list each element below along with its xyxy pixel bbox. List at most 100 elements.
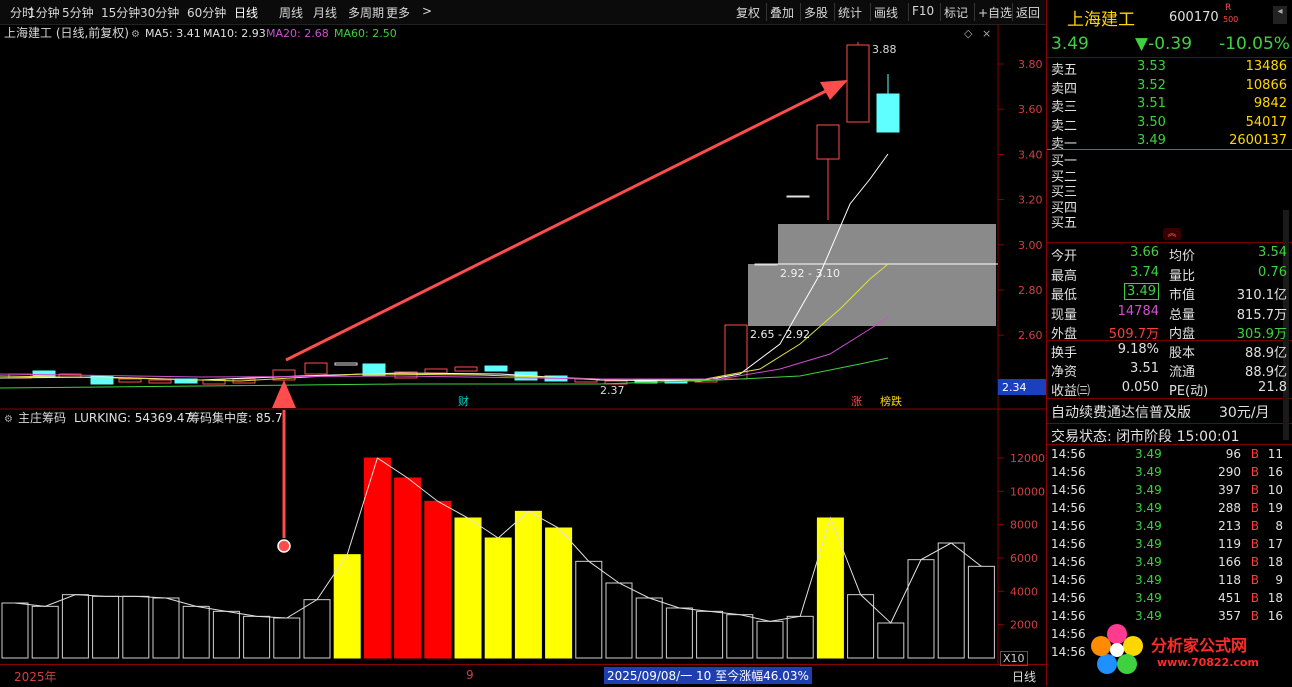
period-tab-7[interactable]: 周线 bbox=[279, 4, 303, 21]
tick-row[interactable]: 14:56 3.49 119 B 17 bbox=[1051, 536, 1285, 554]
indicator-bar[interactable] bbox=[816, 517, 844, 659]
period-tab-10[interactable]: 更多 bbox=[386, 4, 410, 21]
indicator-bar[interactable] bbox=[907, 559, 935, 659]
period-tab-2[interactable]: 5分钟 bbox=[62, 4, 94, 21]
candle[interactable] bbox=[424, 368, 448, 374]
indicator-bar[interactable] bbox=[1, 602, 29, 659]
indicator-close-icon[interactable]: ⚙ bbox=[4, 414, 13, 425]
indicator-bar[interactable] bbox=[92, 595, 120, 659]
scale-button[interactable]: X10 bbox=[1000, 651, 1028, 666]
stat-row[interactable]: 今开 3.66 均价 3.54 bbox=[1051, 245, 1289, 264]
tick-row[interactable]: 14:56 3.49 118 B 9 bbox=[1051, 572, 1285, 590]
indicator-bar[interactable] bbox=[514, 510, 542, 659]
indicator-bar[interactable] bbox=[726, 614, 754, 659]
stat-row[interactable]: 最高 3.74 量比 0.76 bbox=[1051, 265, 1289, 284]
tick-row[interactable]: 14:56 bbox=[1051, 626, 1285, 644]
candle[interactable] bbox=[118, 378, 142, 383]
period-tab-9[interactable]: 多周期 bbox=[348, 4, 384, 21]
toolbar-button-0[interactable]: 复权 bbox=[736, 4, 760, 21]
indicator-bar[interactable] bbox=[333, 554, 361, 659]
indicator-bar[interactable] bbox=[122, 595, 150, 659]
tick-row[interactable]: 14:56 3.49 451 B 18 bbox=[1051, 590, 1285, 608]
indicator-bar[interactable] bbox=[786, 615, 814, 659]
stat-row[interactable]: 换手 9.18% 股本 88.9亿 bbox=[1051, 342, 1289, 361]
candle[interactable] bbox=[484, 365, 508, 372]
indicator-bar[interactable] bbox=[31, 605, 59, 659]
period-tab-5[interactable]: 60分钟 bbox=[187, 4, 226, 21]
toolbar-button-4[interactable]: 画线 bbox=[874, 4, 898, 21]
ma-settings-icon[interactable]: ⚙ bbox=[131, 29, 140, 40]
period-tab-3[interactable]: 15分钟 bbox=[101, 4, 140, 21]
indicator-bar[interactable] bbox=[484, 537, 512, 659]
stat-row[interactable]: 收益㈢ 0.050 PE(动) 21.8 bbox=[1051, 380, 1289, 399]
tick-row[interactable]: 14:56 3.49 96 B 11 bbox=[1051, 446, 1285, 464]
indicator-bar[interactable] bbox=[182, 605, 210, 659]
indicator-bar[interactable] bbox=[575, 560, 603, 659]
indicator-bar[interactable] bbox=[696, 610, 724, 659]
indicator-bar[interactable] bbox=[424, 500, 452, 659]
period-tab-6[interactable]: 日线 bbox=[234, 4, 258, 21]
indicator-bar[interactable] bbox=[756, 620, 784, 659]
indicator-bar[interactable] bbox=[152, 597, 180, 659]
ask-row[interactable]: 卖四 3.52 10866 bbox=[1051, 78, 1289, 97]
candle[interactable] bbox=[304, 362, 328, 375]
period-tab-4[interactable]: 30分钟 bbox=[140, 4, 179, 21]
indicator-chart[interactable]: 12000 10000 8000 6000 4000 2000 ⚙ 主庄筹码 LURKIN… bbox=[0, 410, 1046, 664]
tick-row[interactable]: 14:56 bbox=[1051, 644, 1285, 662]
indicator-bar[interactable] bbox=[394, 477, 422, 659]
period-tab-1[interactable]: 1分钟 bbox=[28, 4, 60, 21]
indicator-bar[interactable] bbox=[877, 622, 905, 659]
candlestick-chart[interactable]: 3.80 3.60 3.40 3.20 3.00 2.80 2.60 上海建工 (日线,前复… bbox=[0, 24, 1046, 410]
indicator-bar[interactable] bbox=[605, 582, 633, 659]
indicator-bar[interactable] bbox=[61, 594, 89, 659]
collapse-icon[interactable]: ◂ bbox=[1273, 6, 1287, 24]
tick-row[interactable]: 14:56 3.49 290 B 16 bbox=[1051, 464, 1285, 482]
tick-row[interactable]: 14:56 3.49 166 B 18 bbox=[1051, 554, 1285, 572]
ask-row[interactable]: 卖五 3.53 13486 bbox=[1051, 59, 1289, 78]
stat-row[interactable]: 净资 3.51 流通 88.9亿 bbox=[1051, 361, 1289, 380]
indicator-bar[interactable] bbox=[937, 542, 965, 659]
indicator-bar[interactable] bbox=[303, 599, 331, 659]
period-tab-8[interactable]: 月线 bbox=[313, 4, 337, 21]
indicator-bar[interactable] bbox=[967, 565, 995, 659]
stat-row[interactable]: 现量 14784 总量 815.7万 bbox=[1051, 304, 1289, 323]
indicator-bar[interactable] bbox=[847, 594, 875, 659]
candle[interactable] bbox=[754, 263, 778, 266]
toolbar-button-6[interactable]: 标记 bbox=[944, 4, 968, 21]
tick-row[interactable]: 14:56 3.49 357 B 16 bbox=[1051, 608, 1285, 626]
candle[interactable] bbox=[846, 44, 870, 123]
indicator-bar[interactable] bbox=[665, 607, 693, 659]
toolbar-button-5[interactable]: F10 bbox=[912, 4, 934, 18]
indicator-bar[interactable] bbox=[545, 527, 573, 659]
stat-row[interactable]: 最低 3.49 市值 310.1亿 bbox=[1051, 283, 1289, 303]
tick-row[interactable]: 14:56 3.49 397 B 10 bbox=[1051, 482, 1285, 500]
toolbar-button-1[interactable]: 叠加 bbox=[770, 4, 794, 21]
indicator-bar[interactable] bbox=[454, 517, 482, 659]
indicator-bar[interactable] bbox=[635, 597, 663, 659]
indicator-bar[interactable] bbox=[212, 610, 240, 659]
ask-row[interactable]: 卖二 3.50 54017 bbox=[1051, 115, 1289, 134]
diamond-icon[interactable]: ◇ bbox=[964, 27, 973, 40]
ask-row[interactable]: 卖三 3.51 9842 bbox=[1051, 96, 1289, 115]
candle[interactable] bbox=[334, 362, 358, 366]
indicator-bar[interactable] bbox=[273, 617, 301, 659]
close-icon[interactable]: × bbox=[982, 27, 991, 40]
candle[interactable] bbox=[786, 195, 810, 198]
subscription-ad[interactable]: 自动续费通达信普及版 bbox=[1051, 402, 1191, 422]
candle[interactable] bbox=[148, 379, 172, 384]
tick-row[interactable]: 14:56 3.49 288 B 19 bbox=[1051, 500, 1285, 518]
toolbar-button-7[interactable]: +自选 bbox=[978, 4, 1012, 21]
ask-row[interactable]: 卖一 3.49 2600137 bbox=[1051, 133, 1289, 152]
indicator-bar[interactable] bbox=[243, 615, 271, 659]
toolbar-button-2[interactable]: 多股 bbox=[804, 4, 828, 21]
stat-row[interactable]: 外盘 509.7万 内盘 305.9万 bbox=[1051, 323, 1289, 342]
period-label[interactable]: 日线 bbox=[1012, 668, 1036, 685]
candle[interactable] bbox=[876, 93, 900, 133]
chevron-right-icon[interactable]: > bbox=[422, 4, 432, 18]
bid-row[interactable]: 买五 bbox=[1051, 212, 1289, 231]
subscription-price[interactable]: 30元/月 bbox=[1219, 402, 1270, 422]
candle[interactable] bbox=[454, 366, 478, 372]
candle[interactable] bbox=[816, 124, 840, 160]
toolbar-button-3[interactable]: 统计 bbox=[838, 4, 862, 21]
toolbar-button-8[interactable]: 返回 bbox=[1016, 4, 1040, 21]
